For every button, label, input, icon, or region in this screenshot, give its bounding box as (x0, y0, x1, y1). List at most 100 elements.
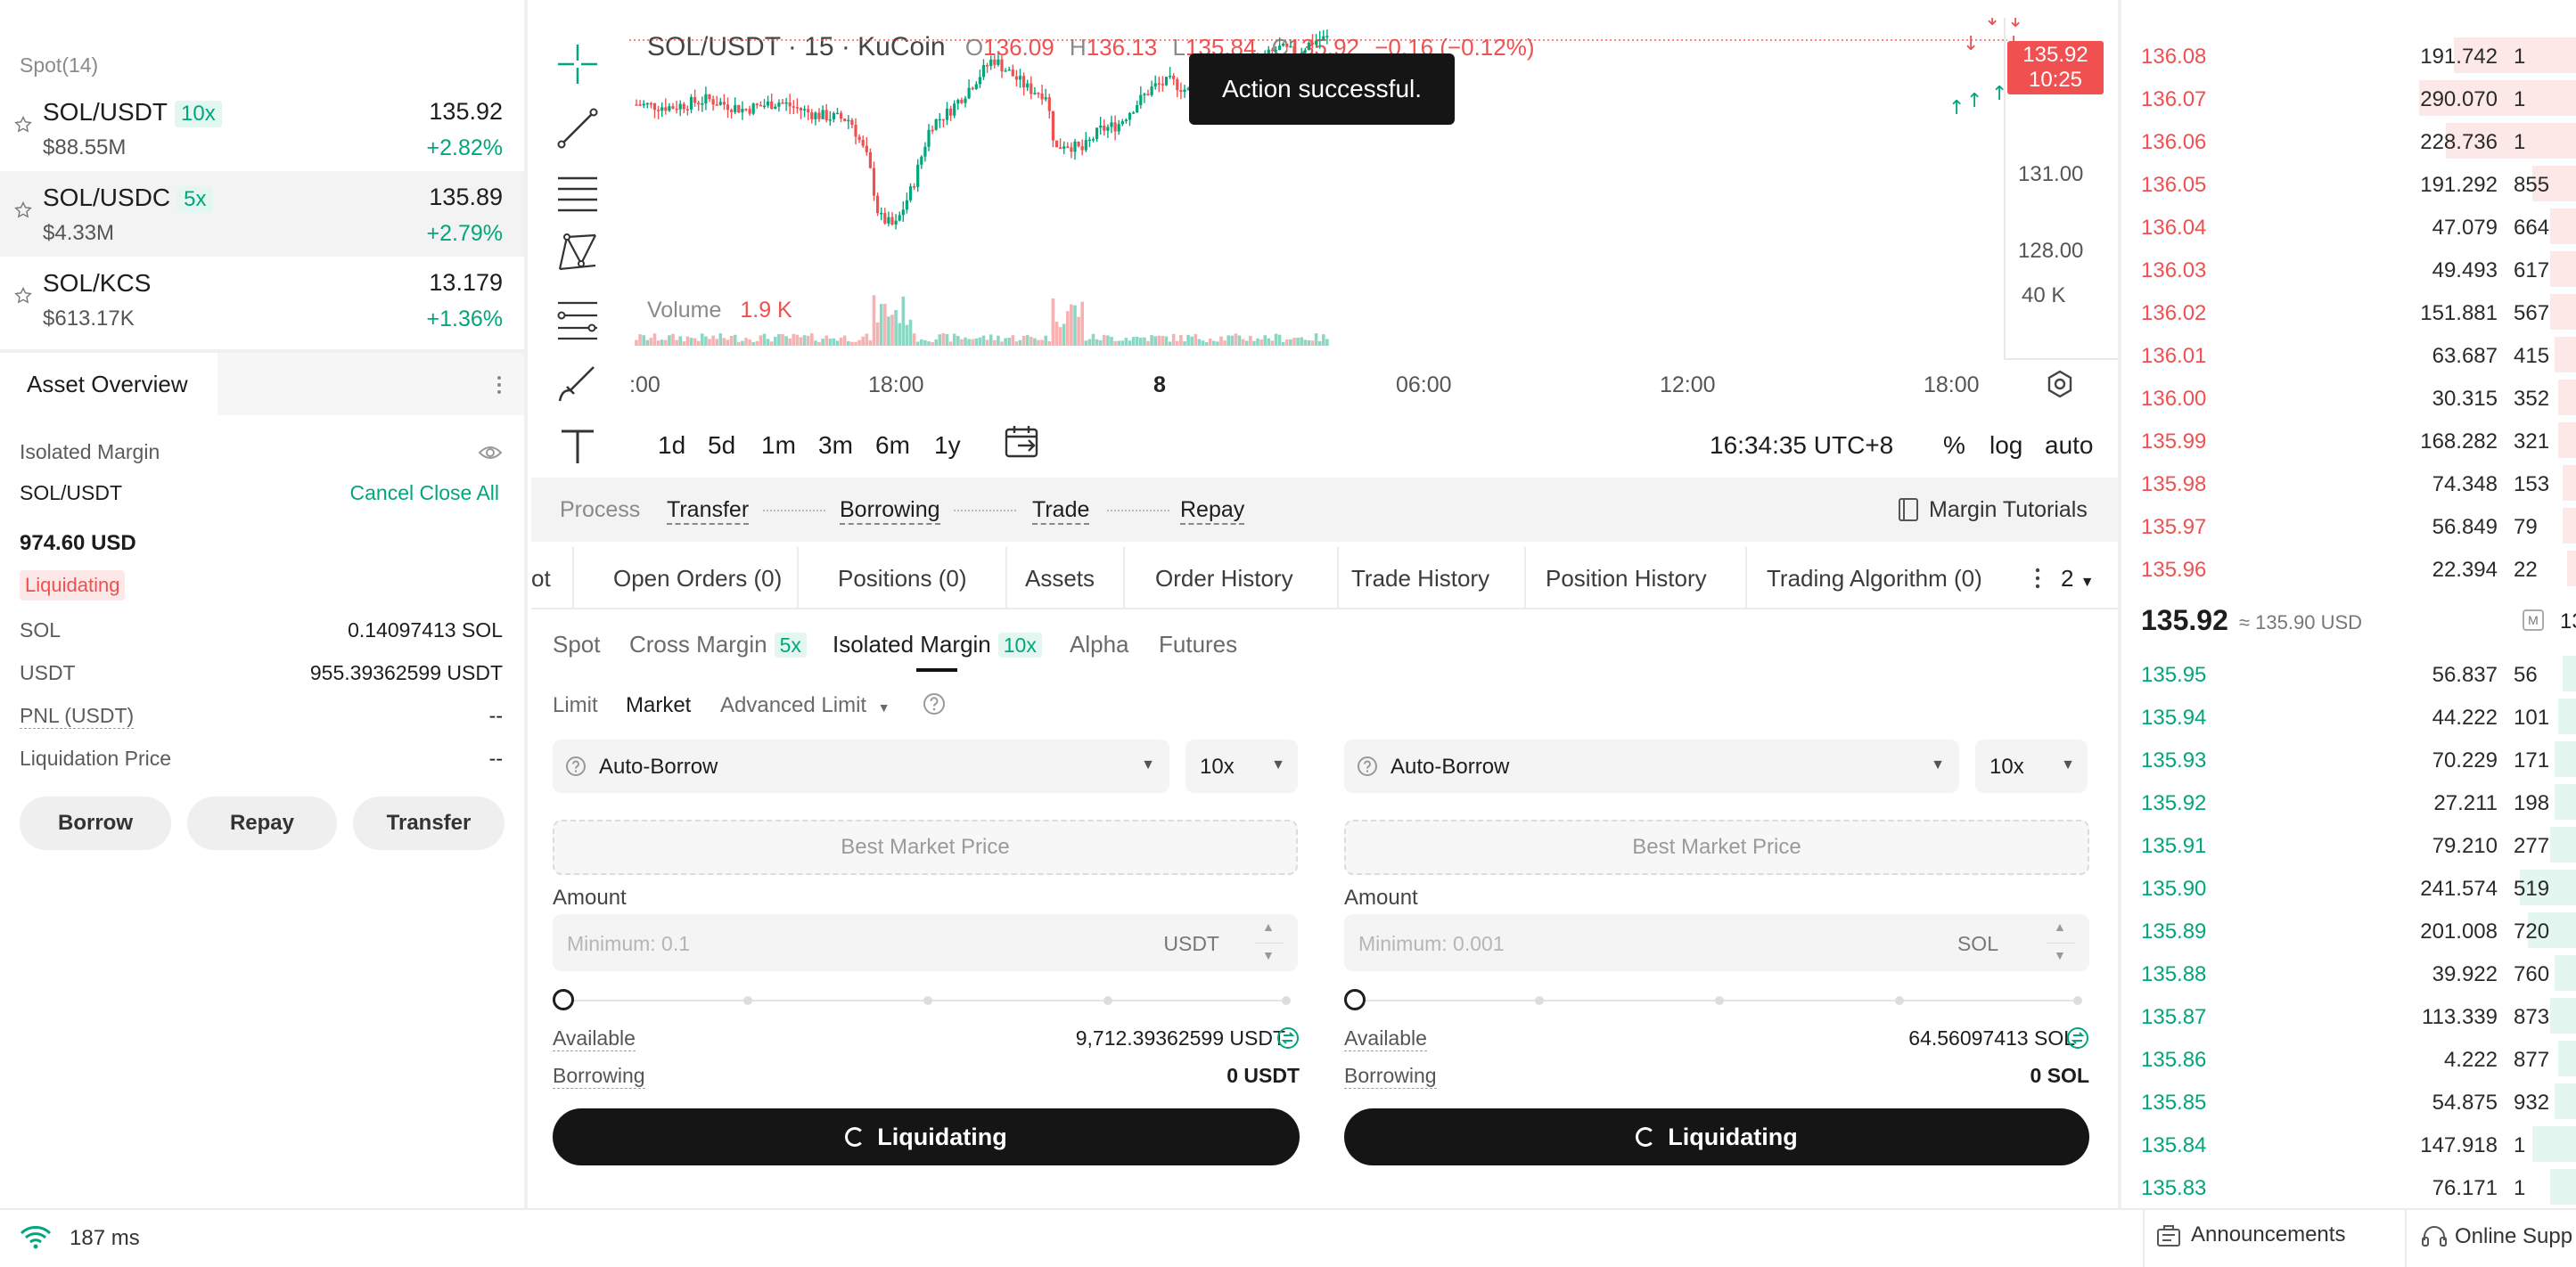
ask-row[interactable]: 136.08 191.742 1 (2141, 34, 2576, 77)
bid-row[interactable]: 135.90 241.574 519 (2141, 866, 2576, 909)
buy-leverage-select[interactable]: 10x ▼ (1185, 740, 1298, 793)
ask-row[interactable]: 136.00 30.315 352 (2141, 376, 2576, 419)
ask-row[interactable]: 136.01 63.687 415 (2141, 333, 2576, 376)
online-support-link[interactable]: Online Supp (2455, 1224, 2572, 1249)
bid-row[interactable]: 135.87 113.339 873 (2141, 994, 2576, 1037)
sell-borrow-mode-select[interactable]: Auto-Borrow ▼ (1344, 740, 1959, 793)
help-icon[interactable] (922, 691, 947, 716)
order-type-market[interactable]: Market (626, 693, 691, 718)
ask-row[interactable]: 135.97 56.849 79 (2141, 504, 2576, 547)
bid-row[interactable]: 135.84 147.918 1 (2141, 1123, 2576, 1165)
auto-scale-toggle[interactable]: auto (2045, 431, 2094, 460)
market-item-sol-usdc[interactable]: SOL/USDC 5x $4.33M 135.89 +2.79% (0, 171, 524, 257)
transfer-button[interactable]: Transfer (353, 797, 505, 850)
bid-row[interactable]: 135.91 79.210 277 (2141, 823, 2576, 866)
trade-type-isolated-margin[interactable]: Isolated Margin 10x (833, 631, 1042, 658)
mark-price-icon[interactable]: M (2523, 609, 2544, 631)
crosshair-icon[interactable] (554, 41, 601, 87)
tab-assets[interactable]: Assets (1025, 565, 1095, 593)
market-item-sol-kcs[interactable]: SOL/KCS $613.17K 13.179 +1.36% (0, 257, 524, 342)
ask-row[interactable]: 136.03 49.493 617 (2141, 248, 2576, 290)
bid-row[interactable]: 135.88 39.922 760 (2141, 952, 2576, 994)
star-icon[interactable] (14, 116, 32, 134)
ask-row[interactable]: 136.02 151.881 567 (2141, 290, 2576, 333)
trade-type-futures[interactable]: Futures (1159, 631, 1237, 658)
borrow-button[interactable]: Borrow (20, 797, 171, 850)
chart-settings-icon[interactable] (2045, 369, 2075, 399)
ask-row[interactable]: 135.98 74.348 153 (2141, 462, 2576, 504)
fib-retracement-icon[interactable] (554, 296, 601, 342)
more-icon[interactable] (496, 374, 503, 396)
log-scale-toggle[interactable]: log (1989, 431, 2022, 460)
bid-row[interactable]: 135.92 27.211 198 (2141, 781, 2576, 823)
ask-row[interactable]: 136.07 290.070 1 (2141, 77, 2576, 119)
timeframe-3m[interactable]: 3m (818, 431, 853, 460)
star-icon[interactable] (14, 287, 32, 305)
eye-icon[interactable] (478, 444, 503, 462)
step-up-icon[interactable]: ▲ (2054, 920, 2066, 934)
process-step-transfer[interactable]: Transfer (667, 497, 750, 525)
buy-slider-handle[interactable] (553, 989, 574, 1010)
star-icon[interactable] (14, 201, 32, 219)
text-tool-icon[interactable] (554, 422, 601, 469)
tab-trade-history[interactable]: Trade History (1351, 565, 1489, 593)
horizontal-lines-icon[interactable] (554, 169, 601, 216)
timeframe-1m[interactable]: 1m (761, 431, 796, 460)
buy-amount-stepper[interactable]: ▲ ▼ (1250, 918, 1289, 968)
transfer-icon[interactable] (1276, 1026, 1300, 1050)
timeframe-5d[interactable]: 5d (708, 431, 735, 460)
tab-open-orders[interactable]: Open Orders (0) (613, 565, 782, 593)
sell-amount-stepper[interactable]: ▲ ▼ (2041, 918, 2080, 968)
date-range-icon[interactable] (1004, 424, 1043, 460)
timeframe-1y[interactable]: 1y (934, 431, 961, 460)
tab-order-history[interactable]: Order History (1155, 565, 1293, 593)
tab-trading-algorithm[interactable]: Trading Algorithm (0) (1767, 565, 1982, 593)
sell-leverage-select[interactable]: 10x ▼ (1975, 740, 2088, 793)
more-tabs-icon[interactable] (2034, 567, 2041, 590)
buy-borrow-mode-select[interactable]: Auto-Borrow ▼ (553, 740, 1169, 793)
pattern-icon[interactable] (554, 230, 601, 276)
process-step-repay[interactable]: Repay (1180, 497, 1245, 525)
sell-amount-input[interactable]: Minimum: 0.001 SOL ▲ ▼ (1344, 914, 2089, 971)
timeframe-6m[interactable]: 6m (875, 431, 910, 460)
trade-type-cross-margin[interactable]: Cross Margin 5x (629, 631, 807, 658)
bid-row[interactable]: 135.85 54.875 932 (2141, 1080, 2576, 1123)
tab-count-dropdown[interactable]: 2 ▼ (2061, 565, 2095, 593)
trend-line-icon[interactable] (554, 105, 601, 151)
sell-slider-handle[interactable] (1344, 989, 1366, 1010)
margin-tutorials-link[interactable]: Margin Tutorials (1929, 497, 2088, 523)
step-down-icon[interactable]: ▼ (2054, 948, 2066, 962)
ask-row[interactable]: 136.04 47.079 664 (2141, 205, 2576, 248)
order-type-advanced-limit[interactable]: Advanced Limit ▼ (720, 693, 890, 718)
bid-row[interactable]: 135.86 4.222 877 (2141, 1037, 2576, 1080)
bid-row[interactable]: 135.89 201.008 720 (2141, 909, 2576, 952)
process-step-trade[interactable]: Trade (1032, 497, 1090, 525)
bid-row[interactable]: 135.95 56.837 56 (2141, 652, 2576, 695)
bid-row[interactable]: 135.83 76.171 1 (2141, 1165, 2576, 1208)
transfer-icon[interactable] (2066, 1026, 2089, 1050)
buy-liquidating-button[interactable]: Liquidating (553, 1108, 1300, 1165)
bid-row[interactable]: 135.94 44.222 101 (2141, 695, 2576, 738)
percent-scale-toggle[interactable]: % (1943, 431, 1965, 460)
ask-row[interactable]: 135.99 168.282 321 (2141, 419, 2576, 462)
cancel-close-all-link[interactable]: Cancel Close All (350, 481, 499, 505)
announcements-link[interactable]: Announcements (2191, 1222, 2345, 1247)
sell-liquidating-button[interactable]: Liquidating (1344, 1108, 2089, 1165)
order-type-limit[interactable]: Limit (553, 693, 598, 718)
process-step-borrowing[interactable]: Borrowing (840, 497, 940, 525)
step-down-icon[interactable]: ▼ (1262, 948, 1275, 962)
bid-row[interactable]: 135.93 70.229 171 (2141, 738, 2576, 781)
repay-button[interactable]: Repay (187, 797, 337, 850)
tab-asset-overview[interactable]: Asset Overview (0, 353, 217, 415)
tab-spot-partial[interactable]: ot (531, 565, 551, 593)
tab-position-history[interactable]: Position History (1546, 565, 1707, 593)
trade-type-spot[interactable]: Spot (553, 631, 601, 658)
buy-amount-input[interactable]: Minimum: 0.1 USDT ▲ ▼ (553, 914, 1298, 971)
brush-icon[interactable] (554, 360, 601, 406)
timeframe-1d[interactable]: 1d (658, 431, 685, 460)
market-item-sol-usdt[interactable]: SOL/USDT 10x $88.55M 135.92 +2.82% (0, 86, 524, 171)
ask-row[interactable]: 136.06 228.736 1 (2141, 119, 2576, 162)
ask-row[interactable]: 135.96 22.394 22 (2141, 547, 2576, 590)
step-up-icon[interactable]: ▲ (1262, 920, 1275, 934)
ask-row[interactable]: 136.05 191.292 855 (2141, 162, 2576, 205)
